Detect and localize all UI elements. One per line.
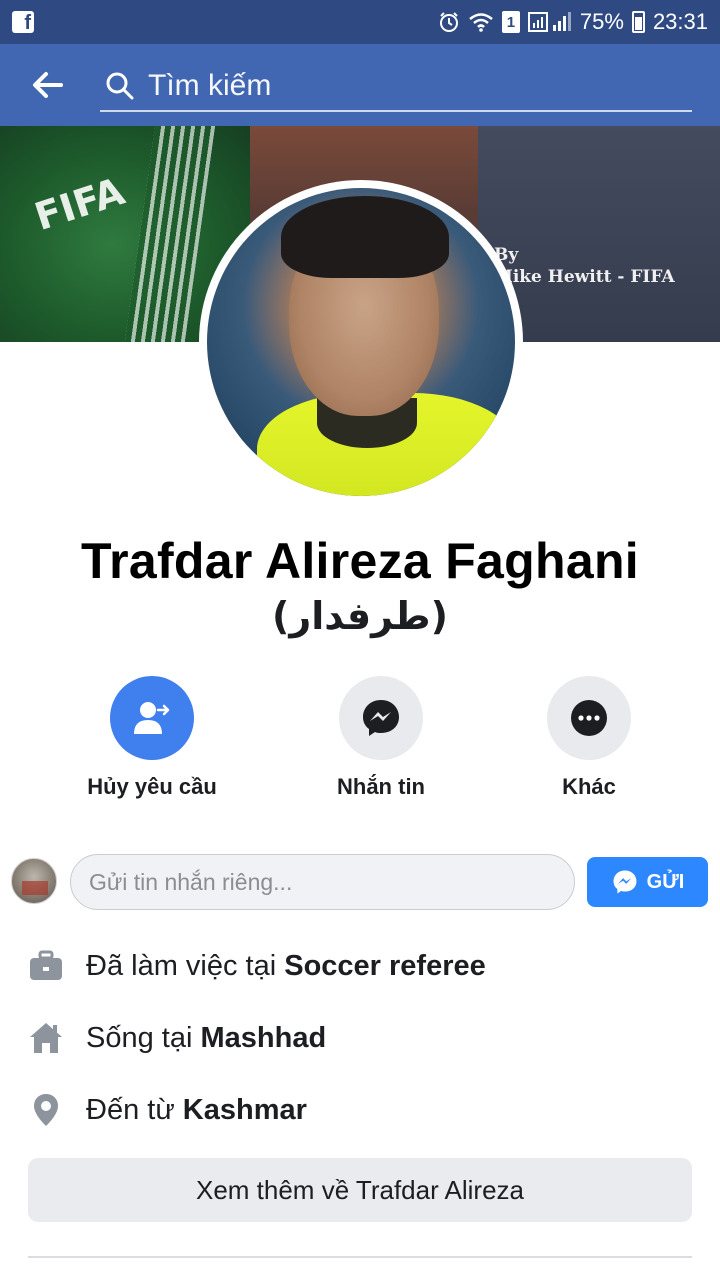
profile-photo[interactable] xyxy=(199,180,523,504)
status-right: 1 75% 23:31 xyxy=(438,9,708,35)
facebook-notification-icon: f xyxy=(12,11,34,33)
info-work: Đã làm việc tại Soccer referee xyxy=(0,944,720,988)
search-icon xyxy=(100,71,140,101)
messenger-send-icon xyxy=(613,870,637,894)
profile-actions: Hủy yêu cầu Nhắn tin Khác xyxy=(0,676,720,806)
more-label: Khác xyxy=(562,774,616,799)
location-pin-icon xyxy=(27,1091,65,1129)
work-value[interactable]: Soccer referee xyxy=(284,950,486,982)
profile-photo-image xyxy=(207,188,515,496)
message-label: Nhắn tin xyxy=(337,774,425,799)
cover-photo-credit: By Mike Hewitt - FIFA xyxy=(494,244,675,288)
cancel-request-button[interactable]: Hủy yêu cầu xyxy=(62,676,242,800)
send-message-button[interactable]: GỬI xyxy=(587,857,708,907)
search-header: Tìm kiếm xyxy=(0,44,720,126)
info-lives: Sống tại Mashhad xyxy=(0,1016,720,1060)
private-message-input[interactable]: Gửi tin nhắn riêng... xyxy=(70,854,575,910)
credit-by: By xyxy=(494,245,519,265)
from-prefix: Đến từ xyxy=(86,1093,183,1126)
from-value[interactable]: Kashmar xyxy=(183,1094,307,1126)
battery-icon xyxy=(631,11,645,33)
send-label: GỬI xyxy=(646,870,685,893)
cancel-request-icon xyxy=(110,676,194,760)
profile-name: Trafdar Alireza Faghani xyxy=(81,533,639,589)
messenger-icon xyxy=(339,676,423,760)
more-options-button[interactable]: Khác xyxy=(499,676,679,800)
clock: 23:31 xyxy=(652,9,708,34)
viewer-avatar xyxy=(11,858,57,904)
profile-alternate-name: (طرفدار) xyxy=(272,594,448,638)
credit-author: Mike Hewitt - FIFA xyxy=(494,267,675,287)
search-placeholder: Tìm kiếm xyxy=(148,69,272,102)
signal-icon xyxy=(527,11,572,33)
see-more-about-button[interactable]: Xem thêm về Trafdar Alireza xyxy=(28,1158,692,1222)
briefcase-icon xyxy=(27,947,65,985)
back-button[interactable] xyxy=(0,44,96,126)
info-from: Đến từ Kashmar xyxy=(0,1088,720,1132)
cancel-request-label: Hủy yêu cầu xyxy=(87,774,217,799)
lives-text: Sống tại Mashhad xyxy=(86,1022,326,1055)
battery-percent: 75% xyxy=(579,9,624,34)
message-button[interactable]: Nhắn tin xyxy=(291,676,471,800)
divider xyxy=(28,1256,692,1258)
sim-badge: 1 xyxy=(501,11,520,33)
from-text: Đến từ Kashmar xyxy=(86,1094,307,1127)
alarm-icon xyxy=(438,11,460,33)
status-bar: f 1 75% 23:31 xyxy=(0,0,720,44)
home-icon xyxy=(27,1019,65,1057)
lives-prefix: Sống tại xyxy=(86,1021,201,1054)
message-row: Gửi tin nhắn riêng... GỬI xyxy=(0,852,720,912)
work-prefix: Đã làm việc tại xyxy=(86,949,285,982)
back-arrow-icon xyxy=(33,72,63,98)
name-block: Trafdar Alireza Faghani xyxy=(0,532,720,590)
more-icon xyxy=(547,676,631,760)
photo-hair xyxy=(281,196,449,278)
wifi-icon xyxy=(468,12,494,32)
search-input[interactable]: Tìm kiếm xyxy=(100,62,692,112)
lives-value[interactable]: Mashhad xyxy=(200,1022,326,1054)
work-text: Đã làm việc tại Soccer referee xyxy=(86,950,486,983)
status-left: f xyxy=(12,11,34,33)
